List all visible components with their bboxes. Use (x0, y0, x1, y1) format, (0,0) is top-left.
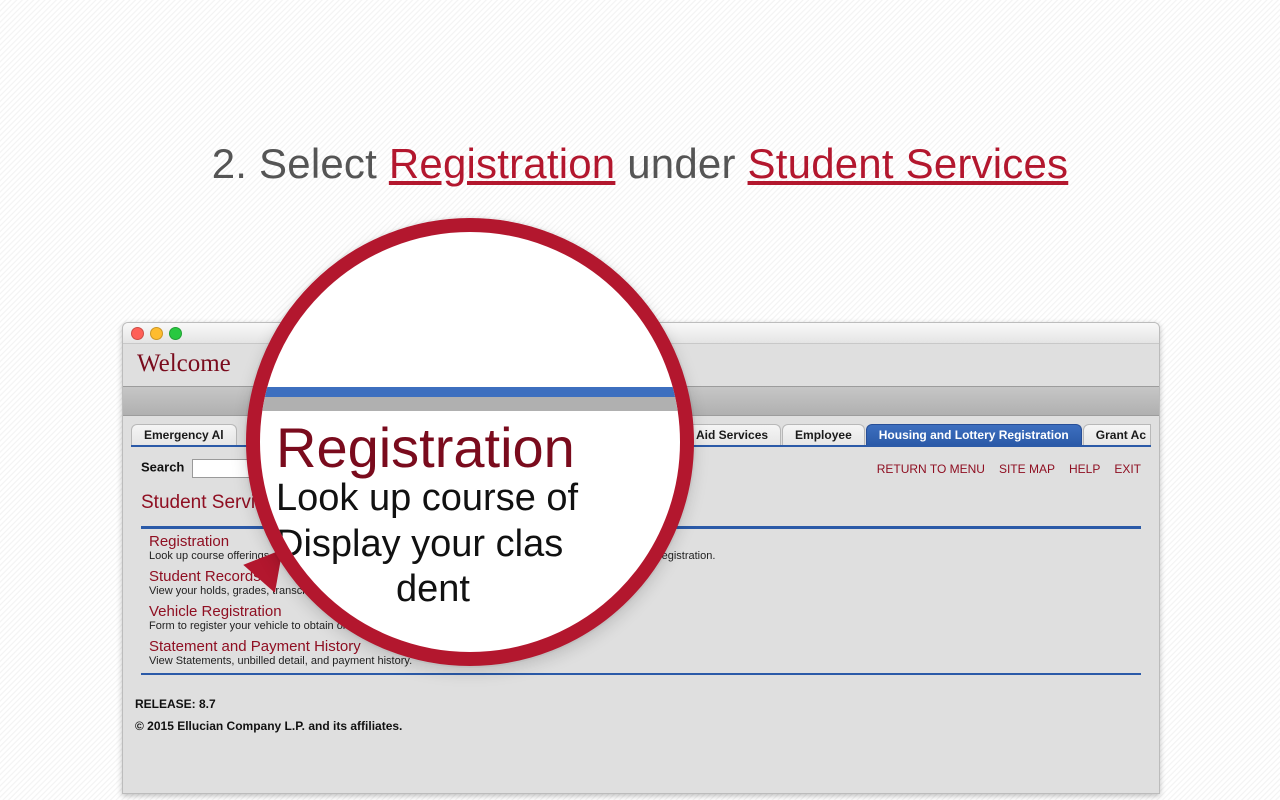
magnifier-heading: Registration (276, 420, 694, 476)
magnifier-bluebar (246, 387, 694, 397)
instruction-link-student-services: Student Services (748, 140, 1069, 187)
link-return-to-menu[interactable]: RETURN TO MENU (877, 462, 985, 476)
close-icon[interactable] (131, 327, 144, 340)
divider-bottom (141, 673, 1141, 675)
tab-employee[interactable]: Employee (782, 424, 865, 445)
maximize-icon[interactable] (169, 327, 182, 340)
tab-grant[interactable]: Grant Ac (1083, 424, 1151, 445)
magnifier-callout: Registration Look up course of Display y… (246, 218, 694, 666)
magnifier-line2: Display your clas (276, 522, 694, 568)
utility-links: RETURN TO MENU SITE MAP HELP EXIT (877, 462, 1141, 476)
minimize-icon[interactable] (150, 327, 163, 340)
tab-emergency[interactable]: Emergency Al (131, 424, 237, 445)
instruction-heading: 2. Select Registration under Student Ser… (0, 140, 1280, 188)
link-site-map[interactable]: SITE MAP (999, 462, 1055, 476)
magnifier-line3: dent (276, 567, 694, 613)
copyright-text: © 2015 Ellucian Company L.P. and its aff… (123, 711, 1159, 733)
magnifier-graybar (246, 397, 694, 411)
search-label: Search (141, 460, 184, 475)
magnifier-inner: Registration Look up course of Display y… (260, 232, 680, 652)
tab-housing-lottery[interactable]: Housing and Lottery Registration (866, 424, 1082, 445)
release-text: RELEASE: 8.7 (123, 679, 1159, 711)
link-exit[interactable]: EXIT (1114, 462, 1141, 476)
desc-statement-payment: View Statements, unbilled detail, and pa… (149, 655, 1133, 667)
link-registration[interactable]: Registration (149, 533, 229, 550)
instruction-mid: under (615, 140, 747, 187)
instruction-prefix: 2. Select (212, 140, 389, 187)
link-help[interactable]: HELP (1069, 462, 1100, 476)
instruction-link-registration: Registration (389, 140, 616, 187)
magnifier-line1: Look up course of (276, 476, 694, 522)
magnifier-texts: Registration Look up course of Display y… (276, 420, 694, 613)
